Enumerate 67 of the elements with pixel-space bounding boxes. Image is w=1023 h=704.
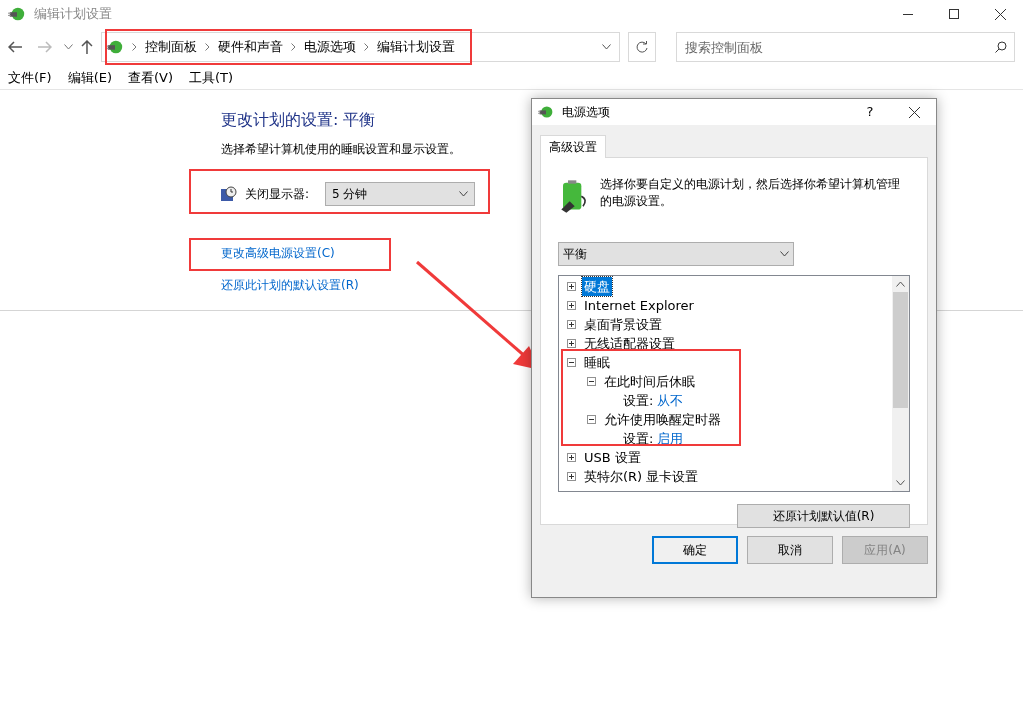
- page-description: 选择希望计算机使用的睡眠设置和显示设置。: [221, 141, 461, 158]
- chevron-down-icon: [780, 251, 789, 257]
- chevron-icon: [204, 43, 210, 51]
- search-icon: [995, 41, 1007, 53]
- tree-item[interactable]: 允许使用唤醒定时器: [602, 409, 723, 430]
- display-off-label: 关闭显示器:: [245, 186, 311, 203]
- expand-icon[interactable]: [567, 339, 576, 348]
- address-bar[interactable]: 控制面板 硬件和声音 电源选项 编辑计划设置: [100, 32, 620, 62]
- tree-item[interactable]: 无线适配器设置: [582, 333, 677, 354]
- help-button[interactable]: ?: [848, 102, 892, 122]
- expand-icon[interactable]: [567, 472, 576, 481]
- setting-label: 设置:: [623, 391, 654, 410]
- tree-item[interactable]: 硬盘: [582, 276, 612, 297]
- menu-item[interactable]: 查看(V): [128, 67, 174, 88]
- page-heading: 更改计划的设置: 平衡: [221, 109, 376, 131]
- chevron-down-icon: [459, 191, 468, 197]
- expand-icon[interactable]: [567, 320, 576, 329]
- dialog-button[interactable]: 确定: [652, 536, 738, 564]
- window-title: 编辑计划设置: [34, 5, 112, 24]
- scroll-up-icon: [896, 281, 905, 287]
- dialog-intro-text: 选择你要自定义的电源计划，然后选择你希望计算机管理的电源设置。: [600, 176, 901, 210]
- clock-monitor-icon: [221, 186, 237, 202]
- menu-item[interactable]: 文件(F): [8, 67, 52, 88]
- setting-value-link[interactable]: 从不: [657, 390, 684, 411]
- expand-icon[interactable]: [567, 453, 576, 462]
- settings-link[interactable]: 更改高级电源设置(C): [221, 244, 335, 262]
- collapse-icon[interactable]: [567, 358, 576, 367]
- scrollbar[interactable]: [892, 276, 909, 491]
- search-field[interactable]: 搜索控制面板: [675, 32, 1015, 62]
- scroll-down-icon: [896, 480, 905, 486]
- restore-defaults-button[interactable]: 还原计划默认值(R): [737, 504, 910, 528]
- breadcrumb-item[interactable]: 编辑计划设置: [376, 37, 455, 57]
- refresh-icon: [635, 41, 648, 53]
- setting-label: 设置:: [623, 429, 654, 448]
- collapse-icon[interactable]: [587, 377, 596, 386]
- recent-pages-icon: [63, 44, 73, 50]
- display-off-dropdown[interactable]: 5 分钟: [325, 182, 475, 206]
- chevron-icon: [290, 43, 296, 51]
- breadcrumb-item[interactable]: 电源选项: [303, 37, 356, 57]
- chevron-icon: [363, 43, 369, 51]
- up-arrow-icon[interactable]: [80, 40, 93, 54]
- menu-item[interactable]: 工具(T): [189, 67, 234, 88]
- expand-icon[interactable]: [567, 301, 576, 310]
- dialog-button[interactable]: 取消: [747, 536, 833, 564]
- tree-item[interactable]: 桌面背景设置: [582, 314, 664, 335]
- power-plug-icon: [105, 38, 124, 56]
- tree-item[interactable]: Internet Explorer: [582, 295, 696, 316]
- power-plug-icon: [8, 5, 26, 23]
- chevron-icon: [131, 43, 137, 51]
- collapse-icon[interactable]: [587, 415, 596, 424]
- refresh-button[interactable]: [627, 32, 656, 62]
- tree-item[interactable]: 睡眠: [582, 352, 612, 373]
- breadcrumb-item[interactable]: 控制面板: [144, 37, 197, 57]
- setting-value-link[interactable]: 启用: [657, 428, 684, 449]
- dialog-title: 电源选项: [562, 104, 610, 121]
- expand-icon[interactable]: [567, 282, 576, 291]
- breadcrumb-item[interactable]: 硬件和声音: [217, 37, 283, 57]
- tree-item[interactable]: 英特尔(R) 显卡设置: [582, 466, 701, 487]
- power-plug-icon: [538, 104, 554, 120]
- settings-link[interactable]: 还原此计划的默认设置(R): [221, 276, 359, 294]
- tab[interactable]: 高级设置: [540, 135, 606, 158]
- tree-item[interactable]: 在此时间后休眠: [602, 371, 697, 392]
- tree-item[interactable]: USB 设置: [582, 447, 643, 468]
- address-dropdown-icon: [601, 44, 611, 50]
- menu-item[interactable]: 编辑(E): [67, 67, 112, 88]
- back-arrow-icon[interactable]: [8, 41, 22, 53]
- plan-dropdown[interactable]: 平衡: [558, 242, 794, 266]
